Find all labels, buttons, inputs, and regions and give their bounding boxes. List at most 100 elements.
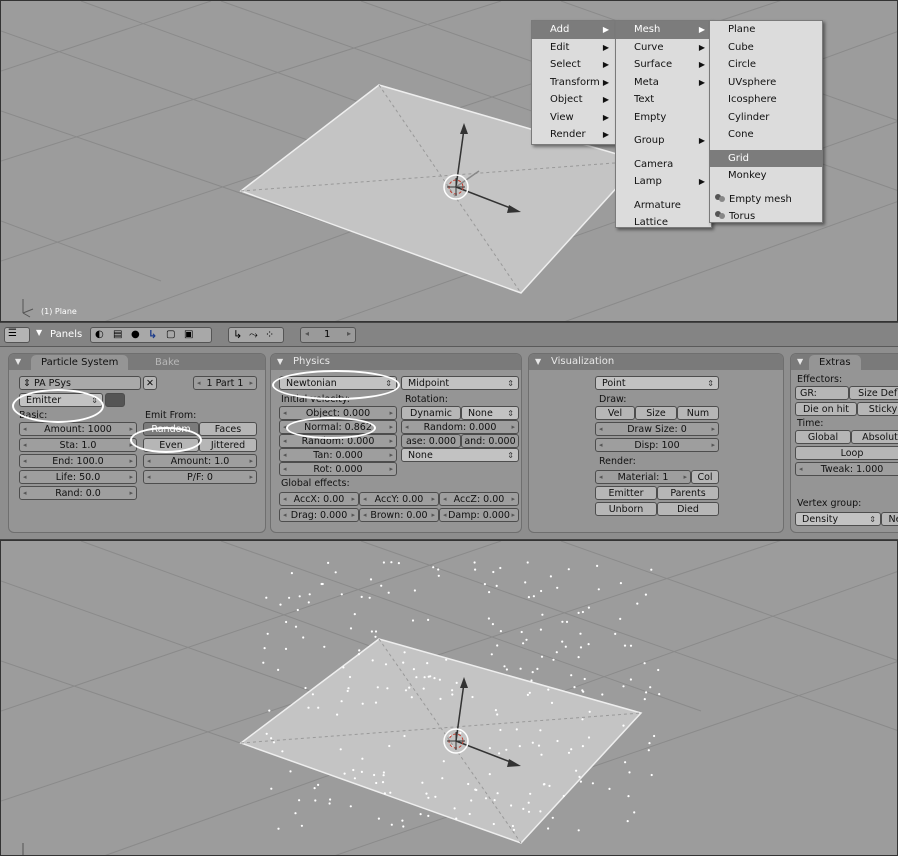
draw-type-select[interactable]: Point [595,376,719,390]
die-on-hit-toggle[interactable]: Die on hit [795,402,857,416]
angular-velocity-select[interactable]: None [401,448,519,462]
menu-item-edit[interactable]: Edit ▶ [532,39,615,57]
menu-item-lamp[interactable]: Lamp ▶ [616,173,711,191]
collapse-triangle-icon[interactable]: ▼ [277,357,283,366]
dynamic-toggle[interactable]: Dynamic [401,406,461,420]
shading-icon[interactable]: ● [131,329,140,340]
browse-icon[interactable]: ⇕ [23,378,31,389]
sta-field[interactable]: Sta: 1.0 [19,438,137,452]
tab-extras[interactable]: Extras [809,355,861,370]
context-buttons[interactable]: ◐ ▤ ● ↳ ▢ ▣ [90,327,212,343]
object-context-icon[interactable]: ↳ [233,328,242,341]
menu-item-circle[interactable]: Circle [710,56,822,74]
global-toggle[interactable]: Global [795,430,851,444]
editing-icon[interactable]: ▢ [166,329,175,340]
psys-name-field[interactable]: PA PSys [19,376,141,390]
vertex-group-select[interactable]: Density [795,512,881,526]
menu-item-mesh[interactable]: Mesh ▶ [616,21,711,39]
script-icon[interactable]: ▤ [113,329,122,340]
phase-field[interactable]: ase: 0.000 [401,434,461,448]
disp-field[interactable]: Disp: 100 [595,438,719,452]
frame-field[interactable]: ◂ 1 ▸ [300,327,356,343]
collapse-triangle-icon[interactable]: ▼ [535,357,541,366]
unborn-toggle[interactable]: Unborn [595,502,657,516]
particles-icon[interactable]: ⁘ [265,328,274,341]
loop-toggle[interactable]: Loop [795,446,898,460]
menu-item-meta[interactable]: Meta ▶ [616,74,711,92]
vel-toggle[interactable]: Vel [595,406,635,420]
died-toggle[interactable]: Died [657,502,719,516]
menu-item-torus[interactable]: Torus [710,208,822,226]
menu-item-surface[interactable]: Surface ▶ [616,56,711,74]
phase-random-field[interactable]: and: 0.000 [461,434,519,448]
add-menu[interactable]: Add ▶ Edit ▶ Select ▶ Transform ▶ Object ▶ Vi… [531,20,616,145]
gr-field[interactable]: GR: [795,386,849,400]
menu-item-render[interactable]: Render ▶ [532,126,615,144]
tab-particle-system[interactable]: Particle System [31,355,129,370]
menu-item-cone[interactable]: Cone [710,126,822,144]
menu-item-empty[interactable]: Empty [616,109,711,127]
menu-item-text[interactable]: Text [616,91,711,109]
life-field[interactable]: Life: 50.0 [19,470,137,484]
jittered-select[interactable]: Jittered [199,438,257,452]
physics-icon[interactable]: ⤳ [249,328,258,342]
end-field[interactable]: End: 100.0 [19,454,137,468]
parents-toggle[interactable]: Parents [657,486,719,500]
menu-item-add[interactable]: Add ▶ [532,21,615,39]
menu-item-select[interactable]: Select ▶ [532,56,615,74]
menu-item-icosphere[interactable]: Icosphere [710,91,822,109]
decrement-arrow-icon[interactable]: ◂ [305,329,309,338]
accy-field[interactable]: AccY: 0.00 [359,492,439,506]
num-toggle[interactable]: Num [677,406,719,420]
menu-item-object[interactable]: Object ▶ [532,91,615,109]
increment-arrow-icon[interactable]: ▸ [347,329,351,338]
menu-item-curve[interactable]: Curve ▶ [616,39,711,57]
menu-item-cube[interactable]: Cube [710,39,822,57]
collapse-triangle-icon[interactable]: ▼ [797,357,803,366]
accz-field[interactable]: AccZ: 0.00 [439,492,519,506]
menu-item-armature[interactable]: Armature [616,197,711,215]
damp-field[interactable]: Damp: 0.000 [439,508,519,522]
emitter-toggle[interactable]: Emitter [595,486,657,500]
delete-psys-button[interactable]: ✕ [143,376,157,390]
sticky-toggle[interactable]: Sticky [857,402,898,416]
drag-field[interactable]: Drag: 0.000 [279,508,359,522]
menu-item-monkey[interactable]: Monkey [710,167,822,185]
draw-size-field[interactable]: Draw Size: 0 [595,422,719,436]
menu-item-camera[interactable]: Camera [616,156,711,174]
rotation-mode-select[interactable]: None [461,406,519,420]
scene-icon[interactable]: ▣ [184,329,193,340]
type-color-swatch[interactable] [105,393,125,407]
absolute-toggle[interactable]: Absolut [851,430,898,444]
rot-field[interactable]: Rot: 0.000 [279,462,397,476]
vertex-group-negate-toggle[interactable]: Ne [881,512,898,526]
faces-select[interactable]: Faces [199,422,257,436]
menu-item-lattice[interactable]: Lattice [616,214,711,232]
menu-item-transform[interactable]: Transform ▶ [532,74,615,92]
object-subcontext-buttons[interactable]: ↳ ⤳ ⁘ [228,327,284,343]
menu-item-view[interactable]: View ▶ [532,109,615,127]
menu-item-empty-mesh[interactable]: Empty mesh [710,191,822,209]
add-submenu[interactable]: Mesh ▶ Curve ▶ Surface ▶ Meta ▶ Text Empty G… [615,20,712,228]
rand-field[interactable]: Rand: 0.0 [19,486,137,500]
size-defl-toggle[interactable]: Size Defl [849,386,898,400]
collapse-triangle-icon[interactable]: ▼ [15,357,21,366]
integrator-select[interactable]: Midpoint [401,376,519,390]
jitter-amount-field[interactable]: Amount: 1.0 [143,454,257,468]
menu-item-group[interactable]: Group ▶ [616,132,711,150]
material-field[interactable]: Material: 1 [595,470,691,484]
accx-field[interactable]: AccX: 0.00 [279,492,359,506]
menu-item-uvsphere[interactable]: UVsphere [710,74,822,92]
brown-field[interactable]: Brown: 0.00 [359,508,439,522]
tan-field[interactable]: Tan: 0.000 [279,448,397,462]
rotation-random-field[interactable]: Random: 0.000 [401,420,519,434]
tab-bake[interactable]: Bake [155,357,180,369]
object-icon[interactable]: ↳ [148,328,157,341]
menu-item-grid[interactable]: Grid [710,149,822,167]
menu-item-cylinder[interactable]: Cylinder [710,109,822,127]
pf-field[interactable]: P/F: 0 [143,470,257,484]
mesh-submenu[interactable]: Plane Cube Circle UVsphere Icosphere Cyl… [709,20,823,223]
bottom-3d-viewport[interactable] [0,540,898,856]
tweak-field[interactable]: Tweak: 1.000 [795,462,898,476]
editor-type-button[interactable]: ☰ [4,327,30,343]
